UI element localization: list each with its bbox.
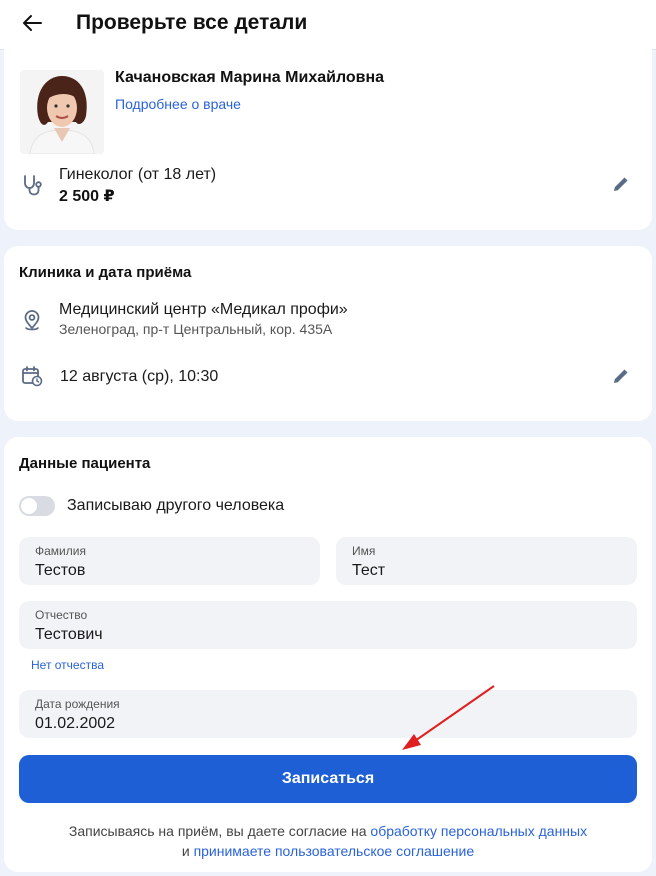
patronymic-field[interactable]: Отчество Тестович <box>19 601 637 649</box>
clinic-card: Клиника и дата приёма Медицинский центр … <box>4 246 652 421</box>
birthdate-field[interactable]: Дата рождения 01.02.2002 <box>19 690 637 738</box>
name-value: Тест <box>352 562 386 579</box>
edit-clinic-button[interactable] <box>609 364 633 388</box>
submit-button[interactable]: Записаться <box>19 755 637 803</box>
consent-text: Записываясь на приём, вы даете согласие … <box>4 821 652 861</box>
doctor-avatar[interactable] <box>20 70 104 154</box>
location-pin-icon <box>20 308 44 332</box>
name-label: Имя <box>352 544 376 558</box>
appointment-datetime: 12 августа (ср), 10:30 <box>60 368 219 385</box>
clinic-name: Медицинский центр «Медикал профи» <box>59 301 348 318</box>
patronymic-value: Тестович <box>35 626 103 643</box>
back-button[interactable] <box>18 11 46 35</box>
patient-card: Данные пациента Записываю другого челове… <box>4 437 652 872</box>
patient-section-title: Данные пациента <box>19 455 151 472</box>
patronymic-label: Отчество <box>35 608 88 622</box>
top-bar: Проверьте все детали <box>0 0 656 50</box>
toggle-knob <box>21 498 37 514</box>
calendar-clock-icon <box>20 364 44 388</box>
surname-field[interactable]: Фамилия Тестов <box>19 537 320 585</box>
consent-text-part2: и <box>181 843 194 859</box>
pencil-icon <box>614 177 628 191</box>
price-text: 2 500 ₽ <box>59 188 115 205</box>
birthdate-label: Дата рождения <box>35 697 120 711</box>
personal-data-link[interactable]: обработку персональных данных <box>370 823 587 839</box>
other-person-toggle[interactable] <box>19 496 55 516</box>
arrow-left-icon <box>23 15 42 31</box>
surname-value: Тестов <box>35 562 86 579</box>
specialty-text: Гинеколог (от 18 лет) <box>59 166 217 183</box>
no-patronymic-link[interactable]: Нет отчества <box>31 658 104 672</box>
clinic-address: Зеленоград, пр-т Центральный, кор. 435А <box>59 321 333 337</box>
birthdate-value: 01.02.2002 <box>35 715 116 732</box>
user-agreement-link[interactable]: принимаете пользовательское соглашение <box>194 843 475 859</box>
surname-label: Фамилия <box>35 544 86 558</box>
name-field[interactable]: Имя Тест <box>336 537 637 585</box>
edit-specialty-button[interactable] <box>609 172 633 196</box>
page-title: Проверьте все детали <box>76 11 308 34</box>
consent-text-part1: Записываясь на приём, вы даете согласие … <box>68 823 371 839</box>
doctor-name: Качановская Марина Михайловна <box>115 69 385 86</box>
stethoscope-icon <box>20 173 44 197</box>
pencil-icon <box>614 369 628 383</box>
clinic-section-title: Клиника и дата приёма <box>19 264 192 281</box>
doctor-card: Качановская Марина Михайловна Подробнее … <box>4 46 652 230</box>
doctor-details-link[interactable]: Подробнее о враче <box>115 96 241 112</box>
other-person-toggle-label: Записываю другого человека <box>67 497 285 514</box>
